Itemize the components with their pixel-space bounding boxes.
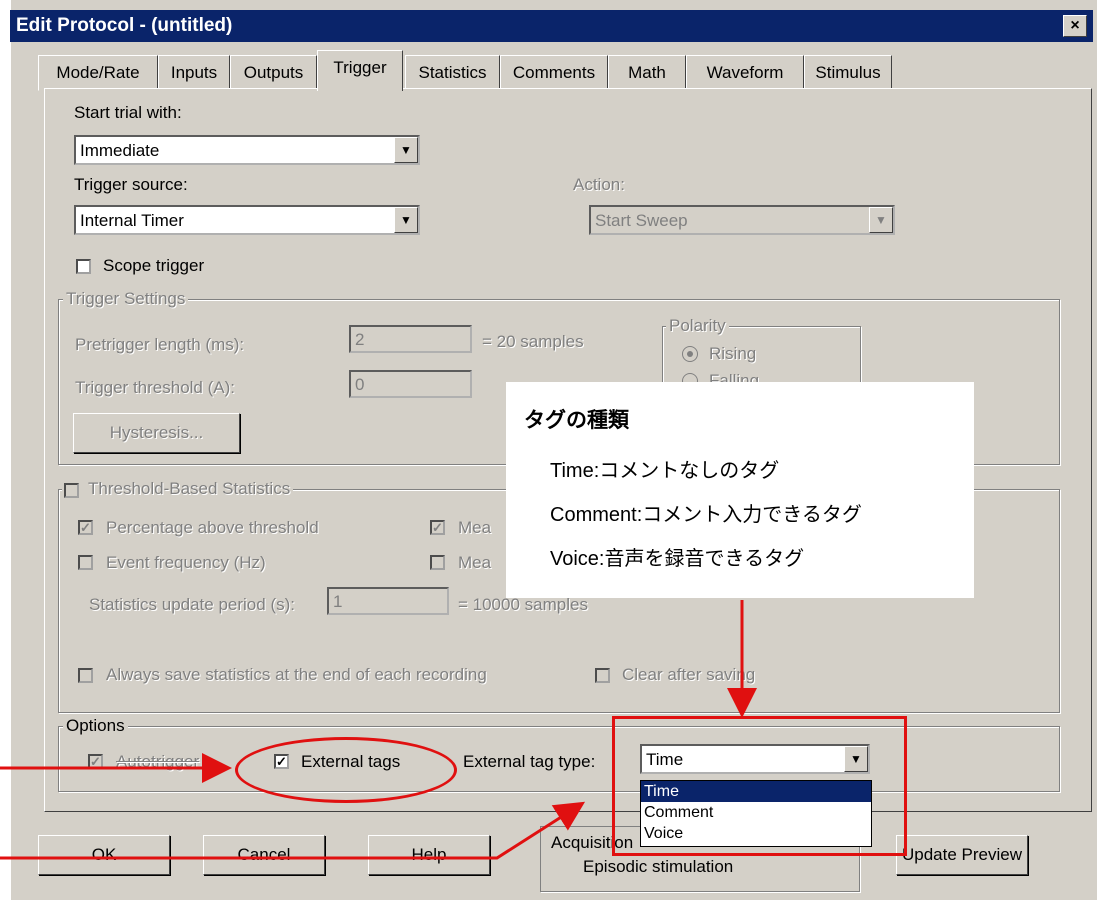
annotation-arrows: [0, 600, 757, 860]
dropdown-arrow: [0, 801, 586, 860]
